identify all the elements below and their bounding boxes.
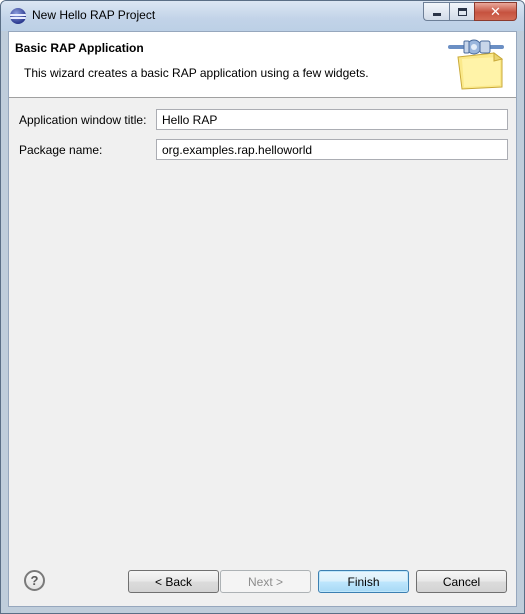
close-button[interactable]: ✕ <box>474 2 517 21</box>
window-title: New Hello RAP Project <box>32 8 156 22</box>
package-name-label: Package name: <box>19 143 103 157</box>
plugin-wizard-icon <box>448 39 504 90</box>
window-controls: ✕ <box>423 2 517 21</box>
maximize-icon <box>457 7 467 16</box>
help-button[interactable]: ? <box>24 570 45 591</box>
wizard-banner: Basic RAP Application This wizard create… <box>9 32 516 98</box>
minimize-icon <box>432 13 441 16</box>
wizard-content: Basic RAP Application This wizard create… <box>8 31 517 607</box>
next-button[interactable]: Next > <box>220 570 311 593</box>
help-icon: ? <box>30 573 39 588</box>
back-button[interactable]: < Back <box>128 570 219 593</box>
close-icon: ✕ <box>490 3 501 19</box>
package-name-input[interactable] <box>156 139 508 160</box>
title-bar[interactable]: New Hello RAP Project ✕ <box>1 1 524 31</box>
page-title: Basic RAP Application <box>15 41 144 55</box>
cancel-button[interactable]: Cancel <box>416 570 507 593</box>
page-description: This wizard creates a basic RAP applicat… <box>24 66 369 80</box>
window-title-input[interactable] <box>156 109 508 130</box>
maximize-button[interactable] <box>449 2 474 21</box>
window-title-label: Application window title: <box>19 113 147 127</box>
finish-button[interactable]: Finish <box>318 570 409 593</box>
wizard-window: New Hello RAP Project ✕ Basic RAP Applic… <box>0 0 525 614</box>
minimize-button[interactable] <box>423 2 449 21</box>
eclipse-icon <box>10 8 26 24</box>
